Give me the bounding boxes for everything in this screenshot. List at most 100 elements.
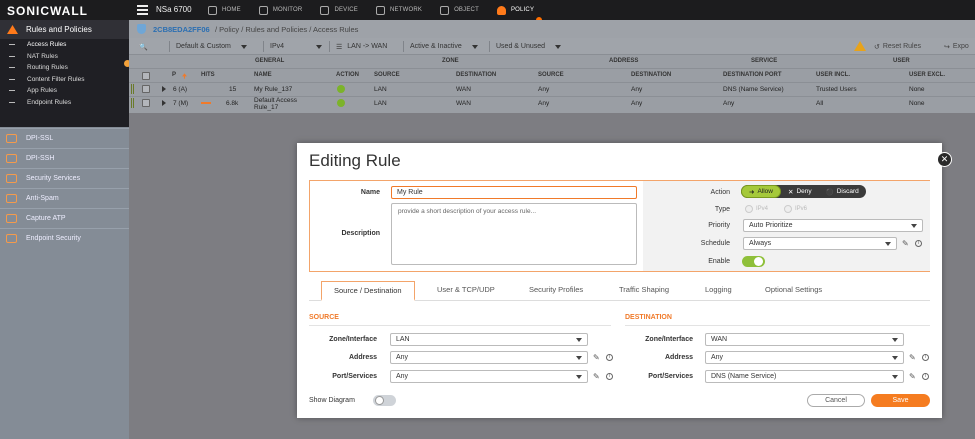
- tab-source-destination[interactable]: Source / Destination: [321, 281, 415, 301]
- sidebar-item-access-rules[interactable]: Access Rules: [0, 39, 129, 51]
- brand-logo: SONICWALL: [7, 4, 88, 18]
- divider: [129, 68, 975, 69]
- edit-icon[interactable]: ✎: [909, 372, 918, 381]
- breadcrumb-path[interactable]: / Policy / Rules and Policies / Access R…: [215, 25, 358, 34]
- column-header[interactable]: ACTION: [336, 72, 359, 78]
- tab-security-profiles[interactable]: Security Profiles: [529, 285, 583, 294]
- status-filter[interactable]: Active & Inactive: [403, 41, 478, 52]
- expand-icon[interactable]: [162, 86, 166, 92]
- priority-select[interactable]: Auto Prioritize: [743, 219, 923, 232]
- top-bar: SONICWALL NSa 6700 HOME MONITOR DEVICE N…: [0, 0, 975, 23]
- info-icon[interactable]: i: [922, 373, 929, 380]
- sidebar-section-capture-atp[interactable]: Capture ATP: [0, 208, 129, 227]
- description-textarea[interactable]: provide a short description of your acce…: [391, 203, 637, 265]
- search-icon[interactable]: 🔍: [139, 41, 148, 52]
- column-header[interactable]: P: [172, 72, 176, 78]
- enable-toggle[interactable]: [742, 256, 765, 267]
- source-zone-select[interactable]: LAN: [390, 333, 588, 346]
- toolbar: 🔍 Default & Custom IPv4 ☰ LAN -> WAN Acti…: [129, 38, 975, 55]
- nav-label: HOME: [222, 7, 241, 13]
- menu-icon[interactable]: [137, 5, 148, 15]
- close-dialog-icon[interactable]: ✕: [937, 152, 952, 167]
- tab-optional-settings[interactable]: Optional Settings: [765, 285, 822, 294]
- info-icon[interactable]: i: [922, 354, 929, 361]
- destination-port-select[interactable]: DNS (Name Service): [705, 370, 904, 383]
- tab-traffic-shaping[interactable]: Traffic Shaping: [619, 285, 669, 294]
- column-header[interactable]: SOURCE: [538, 72, 564, 78]
- usage-filter[interactable]: Used & Unused: [489, 41, 562, 52]
- nav-device[interactable]: DEVICE: [320, 0, 358, 20]
- sidebar-item-endpoint-rules[interactable]: Endpoint Rules: [0, 97, 129, 109]
- zone-filter[interactable]: ☰ LAN -> WAN: [329, 41, 387, 52]
- sidebar-item-routing-rules[interactable]: Routing Rules: [0, 62, 129, 74]
- column-header[interactable]: NAME: [254, 72, 272, 78]
- info-icon[interactable]: i: [606, 354, 613, 361]
- schedule-select[interactable]: Always: [743, 237, 897, 250]
- edit-icon[interactable]: ✎: [593, 372, 602, 381]
- hits-cell: 6.8k: [226, 100, 239, 107]
- ip-filter-label: IPv4: [270, 43, 285, 50]
- ip-filter[interactable]: IPv4: [263, 41, 323, 52]
- export-button[interactable]: ↪ Expo: [944, 41, 969, 52]
- sidebar-item-nat-rules[interactable]: NAT Rules: [0, 51, 129, 63]
- deny-option[interactable]: ✕ Deny: [781, 185, 819, 198]
- show-diagram-toggle[interactable]: [373, 395, 396, 406]
- warning-icon[interactable]: [854, 41, 866, 51]
- group-header: GENERAL: [255, 58, 285, 64]
- sidebar-item-label: Endpoint Rules: [27, 98, 72, 106]
- tab-logging[interactable]: Logging: [705, 285, 732, 294]
- view-filter[interactable]: Default & Custom: [169, 41, 247, 52]
- ipv6-radio[interactable]: [784, 205, 792, 213]
- sidebar-item-app-rules[interactable]: App Rules: [0, 85, 129, 97]
- edit-icon[interactable]: ✎: [902, 239, 911, 248]
- sort-up-icon[interactable]: 🠉: [182, 72, 187, 82]
- sidebar-item-content-filter-rules[interactable]: Content Filter Rules: [0, 74, 129, 86]
- nav-network[interactable]: NETWORK: [375, 0, 422, 20]
- ipv4-radio[interactable]: [745, 205, 753, 213]
- info-icon[interactable]: i: [606, 373, 613, 380]
- column-header[interactable]: USER INCL.: [816, 72, 850, 78]
- allow-option[interactable]: ➜ Allow: [741, 185, 781, 198]
- cancel-button[interactable]: Cancel: [807, 394, 865, 407]
- tab-user-tcp-udp[interactable]: User & TCP/UDP: [437, 285, 495, 294]
- nav-policy[interactable]: POLICY: [496, 0, 534, 20]
- action-selector: ➜ Allow ✕ Deny ⚫ Discard: [741, 185, 866, 198]
- sidebar-section-anti-spam[interactable]: Anti-Spam: [0, 188, 129, 207]
- row-checkbox[interactable]: [142, 85, 150, 93]
- drag-handle[interactable]: [131, 84, 135, 94]
- column-header[interactable]: DESTINATION PORT: [723, 72, 782, 78]
- select-all-checkbox[interactable]: [142, 72, 150, 80]
- destination-section-title: DESTINATION: [625, 314, 672, 321]
- destination-zone-select[interactable]: WAN: [705, 333, 904, 346]
- reset-rules-button[interactable]: ↺ Reset Rules: [874, 41, 921, 52]
- destination-address-select[interactable]: Any: [705, 351, 904, 364]
- edit-icon[interactable]: ✎: [909, 353, 918, 362]
- nav-monitor[interactable]: MONITOR: [258, 0, 303, 20]
- source-port-select[interactable]: Any: [390, 370, 588, 383]
- nav-object[interactable]: OBJECT: [440, 0, 479, 20]
- column-header[interactable]: SOURCE: [374, 72, 400, 78]
- sidebar-header[interactable]: Rules and Policies: [0, 20, 129, 39]
- destination-address-label: Address: [664, 354, 693, 361]
- group-header: USER: [893, 58, 910, 64]
- column-header[interactable]: HITS: [201, 72, 215, 78]
- name-field[interactable]: My Rule: [391, 186, 637, 199]
- column-header[interactable]: DESTINATION: [456, 72, 496, 78]
- edit-icon[interactable]: ✎: [593, 353, 602, 362]
- nav-label: MONITOR: [272, 7, 303, 13]
- nav-home[interactable]: HOME: [208, 0, 241, 20]
- sidebar-section-dpi-ssh[interactable]: DPI-SSH: [0, 148, 129, 167]
- discard-option[interactable]: ⚫ Discard: [819, 185, 866, 198]
- sidebar-section-dpi-ssl[interactable]: DPI-SSL: [0, 128, 129, 147]
- breadcrumb-serial[interactable]: 2CB8EDA2FF06: [153, 25, 210, 34]
- column-header[interactable]: USER EXCL.: [909, 72, 945, 78]
- row-checkbox[interactable]: [142, 99, 150, 107]
- column-header[interactable]: DESTINATION: [631, 72, 671, 78]
- save-button[interactable]: Save: [871, 394, 930, 407]
- info-icon[interactable]: i: [915, 240, 922, 247]
- drag-handle[interactable]: [131, 98, 135, 108]
- expand-icon[interactable]: [162, 100, 166, 106]
- sidebar-section-security-services[interactable]: Security Services: [0, 168, 129, 187]
- sidebar-section-endpoint-security[interactable]: Endpoint Security: [0, 228, 129, 247]
- source-address-select[interactable]: Any: [390, 351, 588, 364]
